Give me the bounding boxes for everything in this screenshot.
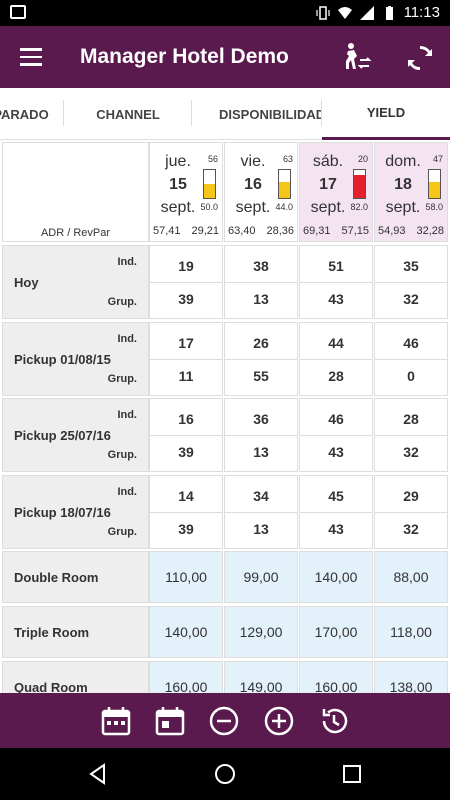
occupancy-bar xyxy=(203,169,216,199)
tab-yield[interactable]: YIELD xyxy=(322,88,450,140)
table-cell[interactable]: 46 43 xyxy=(299,398,373,472)
row-label: Pickup 25/07/16 Ind. Grup. xyxy=(2,398,149,472)
table-cell[interactable]: 35 32 xyxy=(374,245,448,319)
table-cell[interactable]: 34 13 xyxy=(224,475,298,549)
app-bar: Manager Hotel Demo xyxy=(0,26,450,88)
status-time: 11:13 xyxy=(403,4,440,21)
wifi-icon xyxy=(337,6,352,19)
image-notification-icon xyxy=(10,5,26,19)
occupancy-value: 50.0 xyxy=(200,202,218,212)
adr-value: 63,40 xyxy=(228,225,256,237)
history-icon[interactable] xyxy=(318,705,350,737)
table-cell[interactable]: 51 43 xyxy=(299,245,373,319)
vibrate-icon xyxy=(315,5,330,20)
occupancy-bar xyxy=(428,169,441,199)
price-cell[interactable]: 160,00 xyxy=(299,661,373,693)
revpar-value: 57,15 xyxy=(341,225,369,237)
room-type-label: Double Room xyxy=(2,551,149,603)
revpar-value: 28,36 xyxy=(266,225,294,237)
plus-circle-icon[interactable] xyxy=(263,705,295,737)
price-cell[interactable]: 88,00 xyxy=(374,551,448,603)
revpar-value: 29,21 xyxy=(191,225,219,237)
price-cell[interactable]: 149,00 xyxy=(224,661,298,693)
availability-top: 63 xyxy=(282,154,293,164)
occupancy-bar xyxy=(278,169,291,199)
price-cell[interactable]: 140,00 xyxy=(299,551,373,603)
tab-disponibilidad[interactable]: DISPONIBILIDAD xyxy=(192,88,322,140)
table-cell[interactable]: 26 55 xyxy=(224,322,298,396)
availability-top: 20 xyxy=(357,154,368,164)
adr-value: 69,31 xyxy=(303,225,331,237)
availability-top: 47 xyxy=(432,154,443,164)
availability-top: 56 xyxy=(207,154,218,164)
price-cell[interactable]: 99,00 xyxy=(224,551,298,603)
home-icon[interactable] xyxy=(213,762,237,786)
header-corner: ADR / RevPar xyxy=(2,142,149,242)
revpar-value: 32,28 xyxy=(416,225,444,237)
price-cell[interactable]: 170,00 xyxy=(299,606,373,658)
table-cell[interactable]: 38 13 xyxy=(224,245,298,319)
row-label: Hoy Ind. Grup. xyxy=(2,245,149,319)
table-cell[interactable]: 14 39 xyxy=(149,475,223,549)
room-type-label: Triple Room xyxy=(2,606,149,658)
price-cell[interactable]: 160,00 xyxy=(149,661,223,693)
calendar-range-icon[interactable] xyxy=(100,705,132,737)
occupancy-value: 82.0 xyxy=(350,202,368,212)
row-label: Pickup 01/08/15 Ind. Grup. xyxy=(2,322,149,396)
table-cell[interactable]: 36 13 xyxy=(224,398,298,472)
occupancy-value: 58.0 xyxy=(425,202,443,212)
day-header[interactable]: sáb. 17 sept. 20 82.0 69,31 57,15 xyxy=(299,142,373,242)
price-cell[interactable]: 110,00 xyxy=(149,551,223,603)
day-header[interactable]: dom. 18 sept. 47 58.0 54,93 32,28 xyxy=(374,142,448,242)
occupancy-value: 44.0 xyxy=(275,202,293,212)
table-cell[interactable]: 44 28 xyxy=(299,322,373,396)
battery-icon xyxy=(385,5,393,20)
table-cell[interactable]: 19 39 xyxy=(149,245,223,319)
page-title: Manager Hotel Demo xyxy=(80,45,289,68)
signal-icon xyxy=(359,5,374,20)
bottom-toolbar xyxy=(0,693,450,748)
table-cell[interactable]: 29 32 xyxy=(374,475,448,549)
table-cell[interactable]: 16 39 xyxy=(149,398,223,472)
table-cell[interactable]: 28 32 xyxy=(374,398,448,472)
price-cell[interactable]: 129,00 xyxy=(224,606,298,658)
adr-value: 57,41 xyxy=(153,225,181,237)
yield-grid: ADR / RevPar jue. 15 sept. 56 50.0 57,41… xyxy=(0,140,450,693)
occupancy-bar xyxy=(353,169,366,199)
day-header[interactable]: jue. 15 sept. 56 50.0 57,41 29,21 xyxy=(149,142,223,242)
price-cell[interactable]: 118,00 xyxy=(374,606,448,658)
table-cell[interactable]: 45 43 xyxy=(299,475,373,549)
calendar-icon[interactable] xyxy=(154,705,186,737)
recents-icon[interactable] xyxy=(340,762,364,786)
price-cell[interactable]: 140,00 xyxy=(149,606,223,658)
adr-revpar-label: ADR / RevPar xyxy=(40,227,111,239)
back-icon[interactable] xyxy=(86,762,110,786)
tab-channel[interactable]: CHANNEL xyxy=(64,88,192,140)
system-nav-bar xyxy=(0,748,450,800)
status-bar: 11:13 xyxy=(0,0,450,26)
room-type-label: Quad Room xyxy=(2,661,149,693)
tab-parado[interactable]: PARADO xyxy=(0,88,64,140)
tab-bar: PARADO CHANNEL DISPONIBILIDAD YIELD xyxy=(0,88,450,140)
person-walking-icon[interactable] xyxy=(338,40,374,76)
table-cell[interactable]: 17 11 xyxy=(149,322,223,396)
refresh-icon[interactable] xyxy=(402,40,438,76)
menu-icon[interactable] xyxy=(20,48,42,66)
table-cell[interactable]: 46 0 xyxy=(374,322,448,396)
minus-circle-icon[interactable] xyxy=(208,705,240,737)
day-header[interactable]: vie. 16 sept. 63 44.0 63,40 28,36 xyxy=(224,142,298,242)
price-cell[interactable]: 138,00 xyxy=(374,661,448,693)
row-label: Pickup 18/07/16 Ind. Grup. xyxy=(2,475,149,549)
adr-value: 54,93 xyxy=(378,225,406,237)
